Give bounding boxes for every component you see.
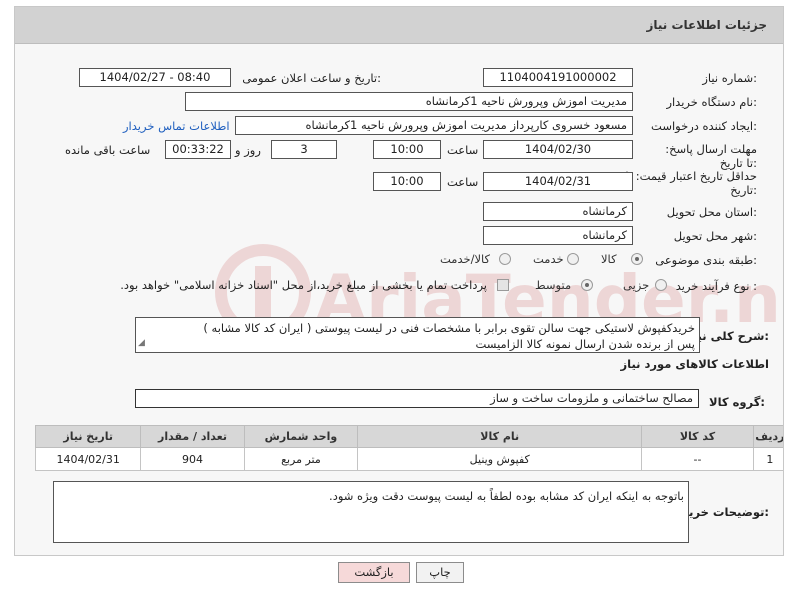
- col-header-need-date: تاریخ نیاز: [34, 425, 142, 448]
- col-header-quantity: تعداد / مقدار: [140, 425, 245, 448]
- cell-need-date: 1404/02/31: [34, 447, 142, 471]
- creator-field: مسعود خسروی کارپرداز مدیریت اموزش وپرورش…: [235, 116, 633, 135]
- price-validity-label: حداقل تاریخ اعتبار قیمت: تا تاریخ:: [625, 169, 757, 197]
- announce-date-field: 1404/02/27 - 08:40: [79, 68, 231, 87]
- treasury-payment-note: پرداخت تمام یا بخشی از مبلغ خرید،از محل …: [120, 278, 487, 292]
- cell-row-number: 1: [752, 447, 783, 471]
- need-description-line-2: پس از برنده شدن ارسال نمونه کالا الزامیس…: [475, 337, 695, 351]
- buyer-org-label: نام دستگاه خریدار:: [666, 95, 757, 109]
- cell-unit: متر مربع: [243, 447, 359, 471]
- col-header-unit: واحد شمارش: [243, 425, 359, 448]
- need-description-textarea[interactable]: خریدکفپوش لاستیکی جهت سالن تقوی برابر با…: [135, 317, 700, 353]
- goods-table: ردیف کد کالا نام کالا واحد شمارش تعداد /…: [34, 425, 783, 471]
- goods-group-field: مصالح ساختمانی و ملزومات ساخت و ساز: [135, 389, 699, 408]
- goods-table-header: ردیف کد کالا نام کالا واحد شمارش تعداد /…: [34, 425, 783, 448]
- goods-group-label: گروه کالا:: [709, 395, 765, 409]
- cell-quantity: 904: [140, 447, 245, 471]
- treasury-payment-checkbox[interactable]: [497, 279, 509, 291]
- print-button[interactable]: چاپ: [416, 562, 464, 583]
- category-option-goods: کالا: [601, 252, 617, 266]
- category-option-goods-service: کالا/خدمت: [440, 252, 491, 266]
- price-validity-date-field: 1404/02/31: [483, 172, 633, 191]
- goods-section-title: اطلاعات کالاهای مورد نیاز: [620, 357, 769, 371]
- buyer-contact-link[interactable]: اطلاعات تماس خریدار: [123, 119, 230, 133]
- need-details-panel: جزئیات اطلاعات نیاز AriaTender.net شماره…: [14, 6, 784, 556]
- panel-title: جزئیات اطلاعات نیاز: [646, 18, 767, 32]
- table-row: 1 -- کفپوش وینیل متر مربع 904 1404/02/31: [34, 447, 783, 471]
- process-radio-medium[interactable]: [581, 279, 593, 291]
- cell-goods-code: --: [641, 447, 754, 471]
- buyer-notes-textarea[interactable]: باتوجه به اینکه ایران کد مشابه بوده لطفا…: [53, 481, 689, 543]
- city-field: کرمانشاه: [483, 226, 633, 245]
- time-remaining-label: ساعت باقی مانده: [65, 143, 151, 157]
- process-radio-minor[interactable]: [655, 279, 667, 291]
- province-label: استان محل تحویل:: [666, 205, 757, 219]
- price-validity-time-label: ساعت: [447, 175, 479, 189]
- city-label: شهر محل تحویل:: [673, 229, 757, 243]
- days-remaining-field: 3: [271, 140, 337, 159]
- need-number-label: شماره نیاز:: [702, 71, 757, 85]
- need-number-field: 1104004191000002: [483, 68, 633, 87]
- days-label: روز و: [235, 143, 261, 157]
- price-validity-time-field: 10:00: [373, 172, 441, 191]
- col-header-goods-code: کد کالا: [641, 425, 754, 448]
- need-description-line-1: خریدکفپوش لاستیکی جهت سالن تقوی برابر با…: [203, 321, 695, 335]
- buyer-org-field: مدیریت اموزش وپرورش ناحیه 1کرمانشاه: [185, 92, 633, 111]
- process-option-minor: جزیی: [623, 278, 650, 292]
- cell-goods-name: کفپوش وینیل: [357, 447, 643, 471]
- reply-deadline-label: مهلت ارسال پاسخ: تا تاریخ:: [665, 142, 757, 170]
- reply-deadline-time-label: ساعت: [447, 143, 479, 157]
- province-field: کرمانشاه: [483, 202, 633, 221]
- resize-grip-icon: ◢: [138, 338, 145, 348]
- time-remaining-field: 00:33:22: [165, 140, 231, 159]
- category-radio-service[interactable]: [567, 253, 579, 265]
- panel-header: جزئیات اطلاعات نیاز: [15, 7, 783, 44]
- category-radio-goods-service[interactable]: [499, 253, 511, 265]
- process-option-medium: متوسط: [535, 278, 572, 292]
- category-radio-goods[interactable]: [631, 253, 643, 265]
- reply-deadline-time-field: 10:00: [373, 140, 441, 159]
- col-header-row-number: ردیف: [752, 425, 783, 448]
- category-label: طبقه بندی موضوعی:: [655, 253, 757, 267]
- category-option-service: خدمت: [533, 252, 564, 266]
- buyer-notes-text: باتوجه به اینکه ایران کد مشابه بوده لطفا…: [329, 489, 684, 503]
- process-type-label: نوع فرآیند خرید :: [675, 279, 757, 293]
- reply-deadline-date-field: 1404/02/30: [483, 140, 633, 159]
- back-button[interactable]: بازگشت: [338, 562, 410, 583]
- announce-date-label: تاریخ و ساعت اعلان عمومی:: [242, 71, 381, 85]
- creator-label: ایجاد کننده درخواست:: [651, 119, 757, 133]
- col-header-goods-name: نام کالا: [357, 425, 643, 448]
